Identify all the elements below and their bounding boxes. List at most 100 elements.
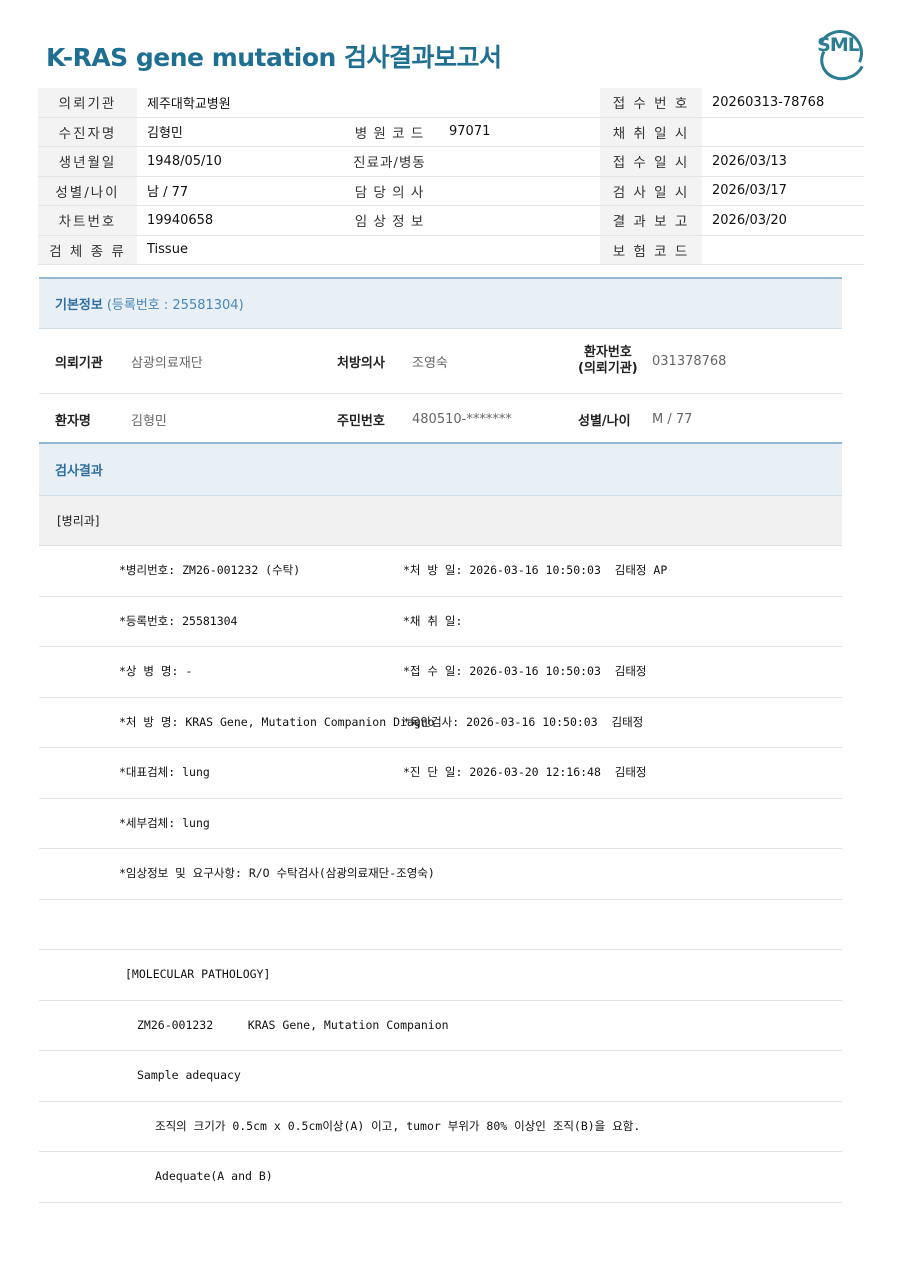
value-patient-number: 031378768 bbox=[652, 353, 727, 369]
molecular-text: Sample adequacy bbox=[137, 1068, 241, 1082]
basic-info-box: 기본정보 (등록번호 : 25581304) 의뢰기관 삼광의료재단 처방의사 … bbox=[39, 277, 842, 444]
header-value: 2026/03/20 bbox=[702, 205, 864, 236]
header-label: 진료과/병동 bbox=[340, 146, 439, 177]
header-value bbox=[439, 205, 600, 236]
molecular-line: Sample adequacy bbox=[39, 1051, 842, 1102]
value-prescribing-doctor: 조영숙 bbox=[412, 355, 448, 371]
value-requesting-org: 삼광의료재단 bbox=[131, 355, 203, 371]
header-label: 병 원 코 드 bbox=[340, 117, 439, 147]
department-row: [병리과] bbox=[39, 496, 842, 546]
header-label: 결 과 보 고 bbox=[600, 205, 702, 236]
header-label: 검 사 일 시 bbox=[600, 176, 702, 206]
header-label: 차트번호 bbox=[38, 205, 137, 236]
header-value: Tissue bbox=[137, 235, 340, 265]
result-line: *세부검체: lung bbox=[39, 799, 842, 849]
header-value: 20260313-78768 bbox=[702, 88, 864, 118]
molecular-line: Adequate(A and B) bbox=[39, 1152, 842, 1203]
logo-text: SML bbox=[817, 34, 860, 56]
result-left-text: *세부검체: lung bbox=[119, 815, 210, 830]
value-resident-number: 480510-******* bbox=[412, 411, 512, 427]
header-row: 의뢰기관 제주대학교병원 접 수 번 호 20260313-78768 bbox=[38, 88, 864, 118]
result-left-text: *임상정보 및 요구사항: R/O 수탁검사(삼광의료재단-조영숙) bbox=[119, 866, 435, 880]
header-label: 접 수 번 호 bbox=[600, 88, 702, 118]
label-requesting-org: 의뢰기관 bbox=[55, 355, 103, 371]
header-label: 보 험 코 드 bbox=[600, 235, 702, 265]
header-label bbox=[340, 88, 439, 118]
header-label: 접 수 일 시 bbox=[600, 146, 702, 177]
header-label: 담 당 의 사 bbox=[340, 176, 439, 206]
result-line: *대표검체: lung *진 단 일: 2026-03-20 12:16:48 김… bbox=[39, 748, 842, 799]
results-title: 검사결과 bbox=[55, 464, 103, 479]
header-value bbox=[702, 235, 864, 265]
header-label bbox=[340, 235, 439, 265]
header-value bbox=[702, 117, 864, 147]
header-value: 제주대학교병원 bbox=[137, 88, 340, 118]
header-value: 남 / 77 bbox=[137, 176, 340, 206]
molecular-text: [MOLECULAR PATHOLOGY] bbox=[125, 967, 271, 981]
results-section-header: 검사결과 bbox=[39, 442, 842, 496]
value-patient-name: 김형민 bbox=[131, 413, 167, 429]
molecular-text: ZM26-001232 KRAS Gene, Mutation Companio… bbox=[137, 1017, 449, 1032]
header-row: 수진자명 김형민 병 원 코 드 97071 채 취 일 시 bbox=[38, 117, 864, 147]
header-label: 수진자명 bbox=[38, 117, 137, 147]
header-value bbox=[439, 88, 600, 118]
patient-header-table: 의뢰기관 제주대학교병원 접 수 번 호 20260313-78768 수진자명 김형민 병… bbox=[38, 88, 864, 265]
header-label: 검 체 종 류 bbox=[38, 235, 137, 265]
header-label: 생년월일 bbox=[38, 146, 137, 177]
molecular-text: 조직의 크기가 0.5cm x 0.5cm이상(A) 이고, tumor 부위가… bbox=[155, 1118, 641, 1133]
basic-info-row-2: 환자명 김형민 주민번호 480510-******* 성별/나이 M / 77 bbox=[39, 394, 842, 444]
header-value: 김형민 bbox=[137, 117, 340, 147]
molecular-lines: [MOLECULAR PATHOLOGY] ZM26-001232 KRAS Ge… bbox=[39, 950, 842, 1203]
molecular-text: Adequate(A and B) bbox=[155, 1169, 273, 1183]
header-label: 성별/나이 bbox=[38, 176, 137, 206]
label-patient-name: 환자명 bbox=[55, 413, 91, 429]
header-row: 생년월일 1948/05/10 진료과/병동 접 수 일 시 2026/03/13 bbox=[38, 146, 864, 177]
basic-info-row-1: 의뢰기관 삼광의료재단 처방의사 조영숙 환자번호 (의뢰기관) 0313787… bbox=[39, 329, 842, 394]
result-line: *등록번호: 25581304 *채 취 일: bbox=[39, 597, 842, 647]
basic-info-title: 기본정보 bbox=[55, 298, 103, 313]
header-label: 임 상 정 보 bbox=[340, 205, 439, 236]
header-label: 의뢰기관 bbox=[38, 88, 137, 118]
result-line bbox=[39, 900, 842, 950]
result-line: *처 방 명: KRAS Gene, Mutation Companion Di… bbox=[39, 698, 842, 748]
result-right-text: *처 방 일: 2026-03-16 10:50:03 김태정 AP bbox=[403, 563, 668, 577]
molecular-line: [MOLECULAR PATHOLOGY] bbox=[39, 950, 842, 1001]
label-patient-number-line1: 환자번호 bbox=[583, 345, 632, 360]
header-value bbox=[439, 176, 600, 206]
result-left-text: *등록번호: 25581304 bbox=[119, 613, 238, 628]
department-label: [병리과] bbox=[57, 514, 100, 528]
label-patient-number-line2: (의뢰기관) bbox=[578, 361, 638, 376]
molecular-line: 조직의 크기가 0.5cm x 0.5cm이상(A) 이고, tumor 부위가… bbox=[39, 1102, 842, 1152]
label-resident-number: 주민번호 bbox=[337, 413, 385, 429]
result-right-text: *육안검사: 2026-03-16 10:50:03 김태정 bbox=[403, 714, 644, 729]
header-value: 19940658 bbox=[137, 205, 340, 236]
molecular-line: ZM26-001232 KRAS Gene, Mutation Companio… bbox=[39, 1001, 842, 1051]
sml-logo: SML bbox=[810, 23, 872, 87]
result-left-text: *대표검체: lung bbox=[119, 765, 210, 779]
header-value: 2026/03/17 bbox=[702, 176, 864, 206]
header-value: 97071 bbox=[439, 117, 600, 147]
header-label: 채 취 일 시 bbox=[600, 117, 702, 147]
result-left-text: *상 병 명: - bbox=[119, 664, 193, 678]
label-patient-number: 환자번호 (의뢰기관) bbox=[578, 345, 638, 377]
header-value bbox=[439, 146, 600, 177]
header-value bbox=[439, 235, 600, 265]
results-box: 검사결과 [병리과] *병리번호: ZM26-001232 (수탁) *처 방 일… bbox=[39, 442, 842, 1203]
result-right-text: *채 취 일: bbox=[403, 613, 463, 628]
header-value: 1948/05/10 bbox=[137, 146, 340, 177]
value-sex-age: M / 77 bbox=[652, 411, 693, 427]
report-title: K-RAS gene mutation 검사결과보고서 bbox=[46, 43, 502, 72]
result-line: *상 병 명: - *접 수 일: 2026-03-16 10:50:03 김태정 bbox=[39, 647, 842, 698]
result-right-text: *접 수 일: 2026-03-16 10:50:03 김태정 bbox=[403, 664, 647, 678]
header-row: 성별/나이 남 / 77 담 당 의 사 검 사 일 시 2026/03/17 bbox=[38, 176, 864, 206]
registration-number-note: (등록번호 : 25581304) bbox=[106, 298, 244, 313]
label-sex-age: 성별/나이 bbox=[578, 413, 631, 429]
result-left-text: *처 방 명: KRAS Gene, Mutation Companion Di… bbox=[119, 714, 435, 729]
result-lines: *병리번호: ZM26-001232 (수탁) *처 방 일: 2026-03-1… bbox=[39, 546, 842, 950]
result-line: *병리번호: ZM26-001232 (수탁) *처 방 일: 2026-03-1… bbox=[39, 546, 842, 597]
basic-info-section-header: 기본정보 (등록번호 : 25581304) bbox=[39, 277, 842, 329]
header-row: 검 체 종 류 Tissue 보 험 코 드 bbox=[38, 235, 864, 265]
label-prescribing-doctor: 처방의사 bbox=[337, 355, 385, 371]
header-value: 2026/03/13 bbox=[702, 146, 864, 177]
result-right-text: *진 단 일: 2026-03-20 12:16:48 김태정 bbox=[403, 765, 647, 779]
